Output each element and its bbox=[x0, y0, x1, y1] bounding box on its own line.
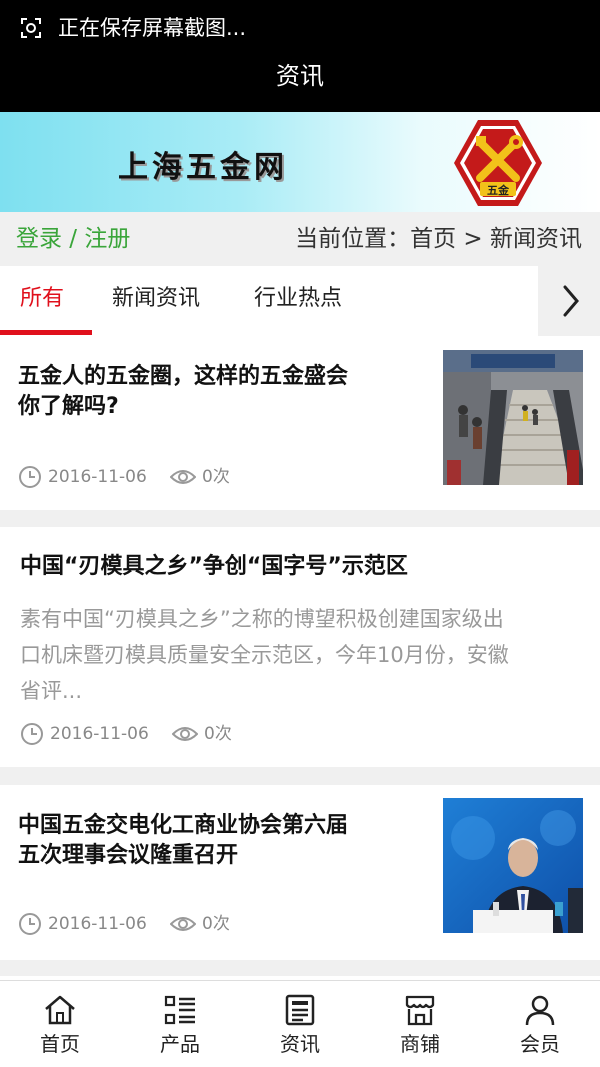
article-title: 中国“刃模具之乡”争创“国字号”示范区 bbox=[20, 554, 408, 579]
article-date: 2016-11-06 bbox=[48, 467, 147, 487]
user-icon bbox=[525, 995, 555, 1026]
chevron-right-icon bbox=[563, 285, 579, 317]
site-name: 上海五金网 bbox=[118, 150, 288, 185]
bottom-nav: 首页 产品 资讯 商铺 会员 bbox=[0, 980, 600, 1067]
login-register-link[interactable]: 登录 / 注册 bbox=[16, 224, 130, 254]
page-title: 资讯 bbox=[276, 62, 324, 90]
site-banner: 上海五金网 五金 bbox=[0, 112, 600, 212]
header-bar: 资讯 bbox=[0, 56, 600, 112]
article-title-line: 五次理事会议隆重召开 bbox=[18, 843, 239, 868]
nav-member-label: 会员 bbox=[520, 1032, 560, 1056]
article-date: 2016-11-06 bbox=[48, 914, 147, 934]
nav-news[interactable]: 资讯 bbox=[240, 981, 360, 1067]
nav-products-label: 产品 bbox=[160, 1032, 200, 1056]
category-tabs: 所有 新闻资讯 行业热点 bbox=[0, 266, 600, 336]
breadcrumb: 当前位置：首页 > 新闻资讯 bbox=[295, 226, 582, 252]
nav-home-label: 首页 bbox=[40, 1032, 80, 1056]
home-icon bbox=[45, 995, 75, 1025]
article-date: 2016-11-06 bbox=[50, 724, 149, 744]
site-logo: 五金 bbox=[454, 120, 542, 206]
tabs-scroll-right-button[interactable] bbox=[538, 266, 600, 336]
shop-icon bbox=[405, 995, 435, 1026]
news-icon bbox=[285, 994, 315, 1026]
eye-icon bbox=[172, 727, 198, 741]
clock-icon bbox=[19, 466, 41, 488]
clock-icon bbox=[21, 723, 43, 745]
article-title-line: 中国五金交电化工商业协会第六届 bbox=[18, 813, 349, 838]
nav-products[interactable]: 产品 bbox=[120, 981, 240, 1067]
article-summary-line: 省评... bbox=[20, 679, 83, 703]
eye-icon bbox=[170, 470, 196, 484]
active-tab-indicator bbox=[0, 330, 92, 335]
article-summary-line: 口机床暨刃模具质量安全示范区，今年10月份，安徽 bbox=[20, 643, 509, 667]
clock-icon bbox=[19, 913, 41, 935]
article-card-2[interactable]: 中国“刃模具之乡”争创“国字号”示范区 素有中国“刃模具之乡”之称的博望积极创建… bbox=[0, 527, 600, 767]
article-title-line: 你了解吗? bbox=[18, 394, 119, 419]
location-bar: 登录 / 注册 当前位置：首页 > 新闻资讯 bbox=[0, 212, 600, 266]
article-card-1[interactable]: 五金人的五金圈，这样的五金盛会 你了解吗? 2016-11-06 0次 bbox=[0, 336, 600, 510]
nav-shops-label: 商铺 bbox=[400, 1032, 440, 1056]
article-thumbnail bbox=[443, 350, 583, 485]
tab-all[interactable]: 所有 bbox=[20, 284, 64, 314]
screenshot-icon bbox=[21, 18, 41, 38]
article-views: 0次 bbox=[204, 724, 232, 744]
grid-list-icon bbox=[164, 995, 195, 1025]
nav-member[interactable]: 会员 bbox=[480, 981, 600, 1067]
nav-shops[interactable]: 商铺 bbox=[360, 981, 480, 1067]
article-thumbnail bbox=[443, 798, 583, 933]
tab-news[interactable]: 新闻资讯 bbox=[112, 284, 200, 314]
article-views: 0次 bbox=[202, 467, 230, 487]
nav-news-label: 资讯 bbox=[280, 1032, 320, 1056]
nav-home[interactable]: 首页 bbox=[0, 981, 120, 1067]
article-card-3[interactable]: 中国五金交电化工商业协会第六届 五次理事会议隆重召开 2016-11-06 0次 bbox=[0, 785, 600, 960]
status-text: 正在保存屏幕截图... bbox=[58, 16, 247, 40]
tab-industry-hot[interactable]: 行业热点 bbox=[254, 284, 342, 314]
article-views: 0次 bbox=[202, 914, 230, 934]
logo-text: 五金 bbox=[487, 183, 510, 197]
article-title-line: 五金人的五金圈，这样的五金盛会 bbox=[18, 364, 349, 389]
eye-icon bbox=[170, 917, 196, 931]
article-summary-line: 素有中国“刃模具之乡”之称的博望积极创建国家级出 bbox=[20, 607, 504, 631]
status-bar: 正在保存屏幕截图... bbox=[0, 0, 600, 56]
